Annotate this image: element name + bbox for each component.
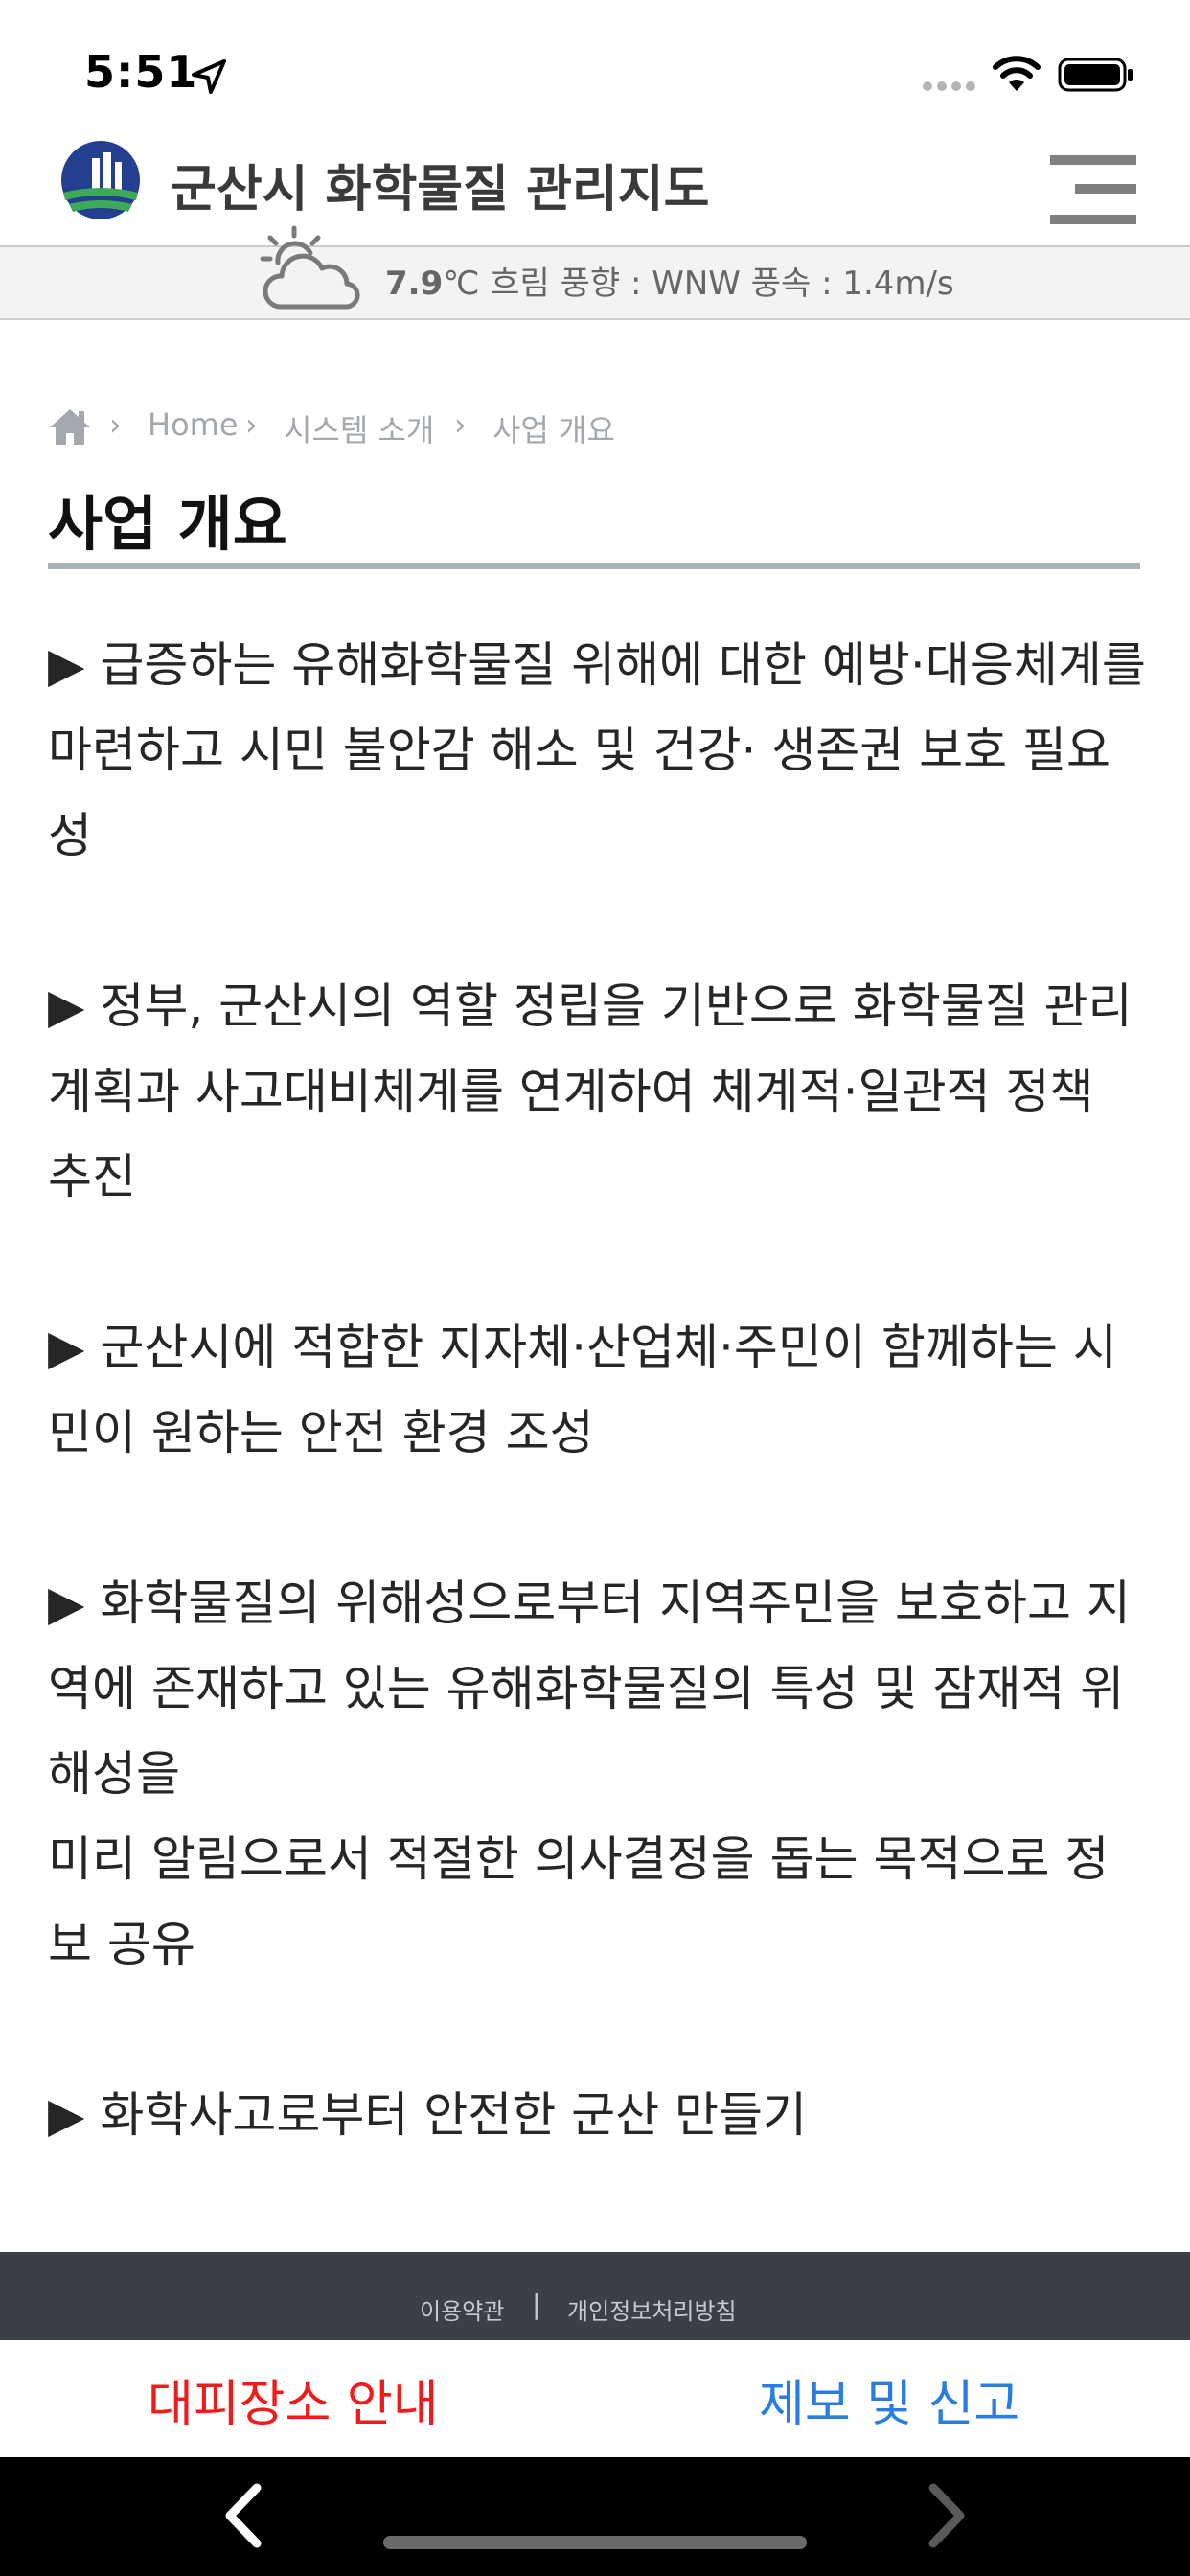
content-paragraph: ▶ 화학사고로부터 안전한 군산 만들기 — [48, 2087, 808, 2143]
chevron-left-icon[interactable] — [215, 2482, 272, 2549]
breadcrumb-system-intro[interactable]: 시스템 소개 — [284, 406, 434, 450]
signal-dots-icon — [923, 81, 975, 91]
hamburger-menu-icon[interactable] — [1050, 155, 1136, 224]
report-button[interactable]: 제보 및 신고 — [759, 2363, 1019, 2435]
content-paragraph: ▶ 정부, 군산시의 역할 정립을 기반으로 화학물질 관리계획과 사고대비체계… — [48, 978, 1133, 1205]
page-title: 사업 개요 — [48, 489, 287, 559]
weather-temperature: 7.9 — [385, 264, 444, 303]
browser-nav-bar — [0, 2457, 1190, 2576]
cloudy-sun-icon — [260, 225, 360, 310]
status-time: 5:51 — [84, 46, 198, 98]
app-title: 군산시 화학물질 관리지도 — [171, 161, 710, 218]
breadcrumb-home[interactable]: Home — [148, 406, 239, 443]
terms-link[interactable]: 이용약관 — [420, 2292, 504, 2326]
chevron-right-icon[interactable] — [918, 2482, 975, 2549]
home-indicator — [383, 2536, 807, 2549]
breadcrumb-separator: › — [454, 406, 467, 443]
footer-separator: | — [532, 2288, 541, 2320]
breadcrumb-separator: › — [109, 406, 122, 443]
content-paragraph: ▶ 급증하는 유해화학물질 위해에 대한 예방·대응체계를 마련하고 시민 불안… — [48, 637, 1146, 863]
breadcrumb-current: 사업 개요 — [492, 412, 615, 448]
evacuation-guide-button[interactable]: 대피장소 안내 — [148, 2363, 439, 2435]
location-arrow-icon — [192, 59, 226, 94]
privacy-link[interactable]: 개인정보처리방침 — [567, 2292, 737, 2326]
breadcrumb-separator: › — [245, 406, 258, 443]
weather-info: 7.9℃ 흐림 풍향 : WNW 풍속 : 1.4m/s — [385, 257, 954, 304]
title-divider — [48, 564, 1140, 569]
content-paragraph: ▶ 군산시에 적합한 지자체·산업체·주민이 함께하는 시민이 원하는 안전 환… — [48, 1320, 1117, 1460]
battery-icon — [1058, 58, 1133, 92]
wifi-icon — [993, 56, 1041, 91]
weather-unit: ℃ — [443, 264, 480, 303]
gunsan-city-logo — [61, 141, 140, 219]
home-icon[interactable] — [48, 406, 92, 447]
weather-description: 흐림 풍향 : WNW 풍속 : 1.4m/s — [479, 264, 954, 303]
content-body: ▶ 급증하는 유해화학물질 위해에 대한 예방·대응체계를 마련하고 시민 불안… — [48, 623, 1150, 2158]
content-paragraph: ▶ 화학물질의 위해성으로부터 지역주민을 보호하고 지역에 존재하고 있는 유… — [48, 1576, 1131, 1972]
